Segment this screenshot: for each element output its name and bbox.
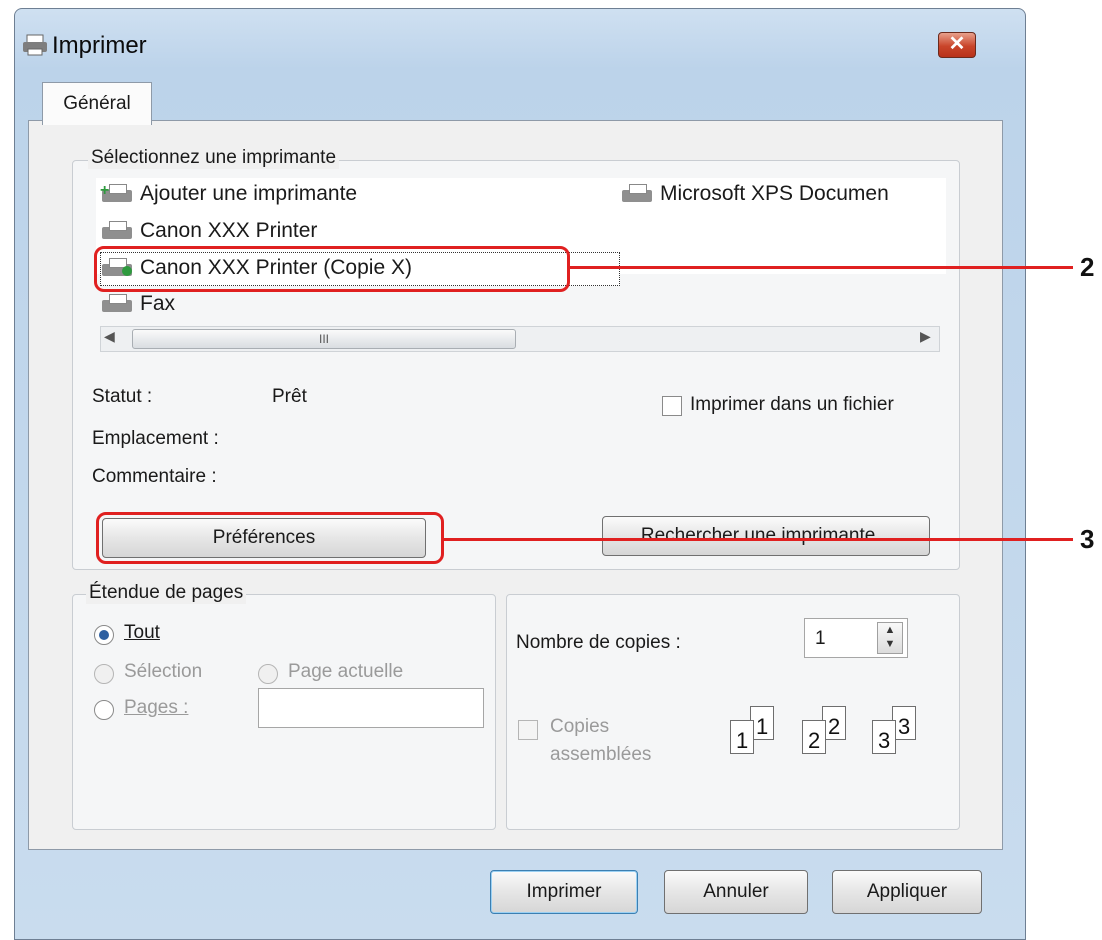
copies-value: 1 [815,628,826,649]
scroll-right-arrow-icon[interactable]: ▶ [920,328,931,345]
printer-item-xps[interactable]: Microsoft XPS Documen [620,182,938,206]
callout-number-3: 3 [1080,524,1095,554]
scrollbar-thumb[interactable]: III [132,329,516,349]
printer-item-canon[interactable]: Canon XXX Printer [100,219,317,243]
collate-pages-icon: 1 1 2 2 3 3 [730,706,950,776]
collate-number: 1 [736,728,749,753]
print-to-file-label: Imprimer dans un fichier [690,394,894,415]
printer-icon [620,184,656,204]
radio-all-pages[interactable] [94,625,114,645]
printer-item-label: Ajouter une imprimante [140,182,358,205]
pages-input[interactable] [258,688,484,728]
collate-number: 3 [878,728,891,753]
collate-number: 3 [898,714,911,739]
callout-line-2 [568,266,1073,269]
print-button[interactable]: Imprimer [490,870,638,914]
callout-box-printer [94,246,570,292]
callout-number-2: 2 [1080,252,1095,282]
radio-pages-label: Pages : [124,697,189,718]
radio-selection-label: Sélection [124,661,203,682]
collate-number: 1 [756,714,769,739]
printer-item-add[interactable]: + Ajouter une imprimante [100,182,357,206]
printer-title-icon [22,34,48,56]
dialog-title: Imprimer [52,32,147,59]
spinner-arrows-icon[interactable]: ▲ ▼ [877,622,903,654]
printer-item-fax[interactable]: Fax [100,292,175,316]
tab-general[interactable]: Général [42,82,152,125]
collate-number: 2 [808,728,821,753]
apply-button[interactable]: Appliquer [832,870,982,914]
radio-all-label: Tout [124,622,160,643]
copies-spinner[interactable]: 1 ▲ ▼ [804,618,908,658]
collate-number: 2 [828,714,841,739]
collate-label-line2: assemblées [550,744,652,765]
close-icon: ✕ [948,33,966,55]
number-of-copies-label: Nombre de copies : [516,632,681,653]
printer-item-label: Fax [140,292,176,315]
callout-line-3 [442,538,1073,541]
collate-label-line1: Copies [550,716,610,737]
close-button[interactable]: ✕ [938,32,976,58]
status-label: Statut : [92,386,153,407]
radio-selection [94,664,114,684]
location-label: Emplacement : [92,428,219,449]
radio-pages[interactable] [94,700,114,720]
printer-item-label: Microsoft XPS Documen [660,182,889,205]
scroll-left-arrow-icon[interactable]: ◀ [104,328,115,345]
add-printer-icon: + [100,182,136,204]
select-printer-legend: Sélectionnez une imprimante [88,147,340,169]
printer-item-label: Canon XXX Printer [140,219,318,242]
radio-current-page [258,664,278,684]
callout-box-preferences [96,512,444,564]
collate-checkbox [518,720,538,740]
comment-label: Commentaire : [92,466,217,487]
print-to-file-checkbox[interactable] [662,396,682,416]
fax-icon [100,294,136,314]
find-printer-button[interactable]: Rechercher une imprimante... [602,516,930,556]
cancel-button[interactable]: Annuler [664,870,808,914]
page-range-legend: Étendue de pages [86,582,247,604]
status-value: Prêt [272,386,307,407]
printer-icon [100,221,136,241]
radio-current-page-label: Page actuelle [288,661,404,682]
